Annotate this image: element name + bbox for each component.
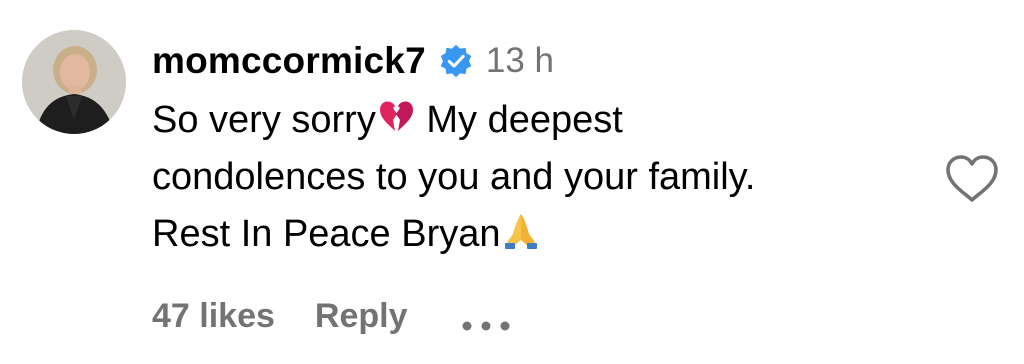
comment-header: momccormick7 13 h xyxy=(152,36,554,86)
verified-badge-icon xyxy=(438,43,474,79)
avatar[interactable] xyxy=(22,30,126,134)
comment-line-2: condolences to you and your family. xyxy=(152,156,756,198)
comment-text-part: My deepest xyxy=(415,99,623,141)
folded-hands-emoji xyxy=(501,210,541,250)
more-options-icon[interactable] xyxy=(459,306,513,331)
timestamp[interactable]: 13 h xyxy=(486,41,554,81)
likes-count[interactable]: 47 likes xyxy=(152,297,275,336)
comment: momccormick7 13 h So very sorry My deepe… xyxy=(0,0,1024,364)
comment-line-3: Rest In Peace Bryan xyxy=(152,206,912,263)
comment-text: So very sorry My deepest condolences to … xyxy=(152,92,912,263)
reply-button[interactable]: Reply xyxy=(315,297,408,336)
heart-outline-icon xyxy=(946,155,998,202)
comment-line-1: So very sorry My deepest xyxy=(152,92,912,149)
username[interactable]: momccormick7 xyxy=(152,40,426,82)
comment-text-part: So very sorry xyxy=(152,99,376,141)
broken-heart-emoji xyxy=(376,96,416,136)
comment-text-part: Rest In Peace Bryan xyxy=(152,213,501,255)
like-button[interactable] xyxy=(944,154,1000,204)
comment-footer: 47 likes Reply xyxy=(152,294,513,338)
